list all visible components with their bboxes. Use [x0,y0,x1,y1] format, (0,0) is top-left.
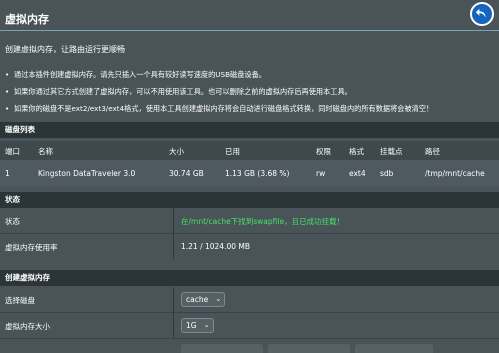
status-heading: 状态 [0,192,499,208]
path-cell: /tmp/mnt/cache [425,169,485,178]
status-value: 在/mnt/cache下找到swapfile，且已成功挂载！ [181,217,345,226]
size-select[interactable]: 1G ⌄ [181,318,214,333]
action-button[interactable] [355,344,433,353]
header-divider [0,30,499,31]
status-label: 状态 [5,217,20,226]
disk-select-value: cache [186,295,209,304]
intro-bullet: • 如果你通过其它方式创建了虚拟内存，可以不用使用该工具。也可以删除之前的虚拟内存… [5,87,352,96]
back-arrow-icon [475,8,486,18]
usage-label: 虚拟内存使用率 [5,243,58,252]
size-select-row: 虚拟内存大小 [0,313,499,338]
status-row: 状态 在/mnt/cache下找到swapfile，且已成功挂载！ [0,208,499,233]
column-header: 大小 [169,147,184,156]
column-header: 格式 [349,147,364,156]
table-row: 1 Kingston DataTraveler 3.0 30.74 GB 1.1… [0,160,499,187]
column-header: 路径 [425,147,440,156]
size-select-value: 1G [186,321,197,330]
column-header: 挂载点 [380,147,403,156]
port-cell: 1 [5,169,10,178]
usage-value: 1.21 / 1024.00 MB [181,242,251,251]
disk-select-row: 选择磁盘 [0,287,499,312]
column-header: 端口 [5,147,20,156]
intro-bullet: • 如果你的磁盘不是ext2/ext3/ext4格式，使用本工具创建虚拟内存将会自… [5,104,434,113]
column-divider [173,313,174,338]
disk-list-heading: 磁盘列表 [0,122,499,138]
column-header: 已用 [225,147,240,156]
column-divider [173,234,174,259]
column-header: 权限 [316,147,331,156]
action-button[interactable] [268,344,350,353]
disk-table-header: 端口 名称 大小 已用 权限 格式 挂载点 路径 [0,141,499,160]
disk-select-label: 选择磁盘 [5,296,35,305]
row-divider [0,338,499,339]
used-cell: 1.13 GB (3.68 %) [225,169,290,178]
back-button[interactable] [470,2,494,26]
column-divider [173,287,174,312]
create-heading: 创建虚拟内存 [0,270,499,286]
chevron-down-icon: ⌄ [203,321,210,329]
action-button[interactable] [181,344,263,353]
page-subtitle: 创建虚拟内存，让路由运行更顺畅 [5,45,125,54]
disk-select[interactable]: cache ⌄ [181,292,226,307]
chevron-down-icon: ⌄ [215,295,222,303]
size-select-label: 虚拟内存大小 [5,322,50,331]
size-cell: 30.74 GB [169,169,204,178]
column-divider [173,208,174,233]
mount-cell: sdb [380,169,394,178]
format-cell: ext4 [349,169,366,178]
column-header: 名称 [38,147,53,156]
page-title: 虚拟内存 [5,13,49,26]
usage-row: 虚拟内存使用率 1.21 / 1024.00 MB [0,234,499,259]
name-cell: Kingston DataTraveler 3.0 [38,169,136,178]
permission-cell: rw [316,169,326,178]
intro-bullet: • 通过本插件创建虚拟内存。请先只插入一个具有较好读写速度的USB磁盘设备。 [5,70,266,79]
